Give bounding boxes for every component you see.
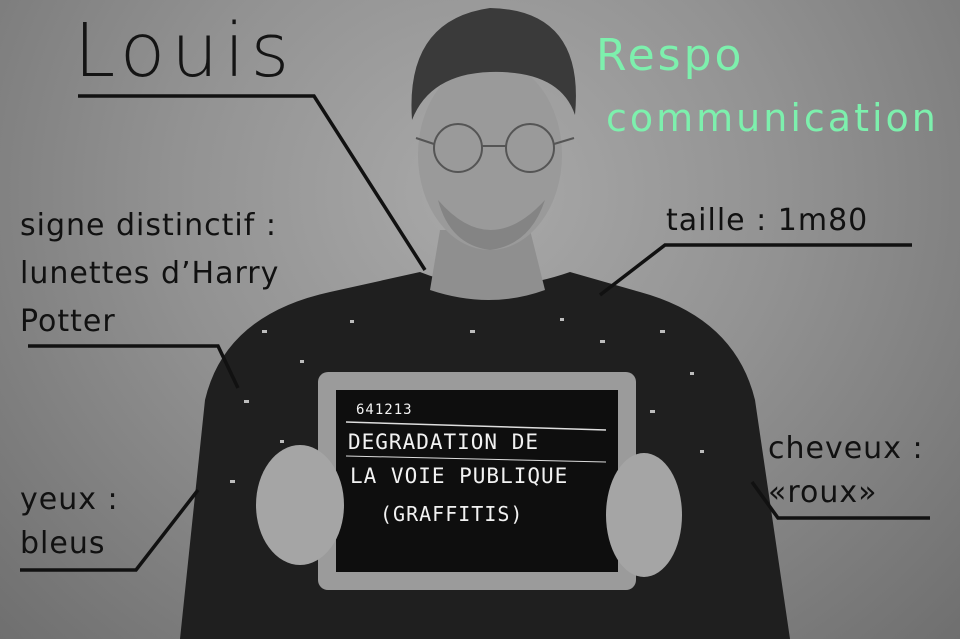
role-line-1: Respo xyxy=(596,30,745,81)
annotation-line: bleus xyxy=(20,526,106,561)
height-label: taille : 1m80 xyxy=(666,203,869,238)
annotation-line: «roux» xyxy=(768,475,878,510)
eyes-label: yeux : bleus xyxy=(20,478,119,566)
left-hand xyxy=(256,445,344,565)
face xyxy=(418,60,562,250)
person-name: Louis xyxy=(74,8,296,94)
annotation-line: Potter xyxy=(20,304,116,339)
slate-line-3: (GRAFFITIS) xyxy=(380,502,524,526)
role-line-2: communication xyxy=(606,96,939,140)
slate-number: 641213 xyxy=(356,402,413,418)
annotation-line: signe distinctif : xyxy=(20,208,277,243)
annotation-line: lunettes d’Harry xyxy=(20,256,280,291)
annotation-line: yeux : xyxy=(20,482,119,517)
distinctive-sign-label: signe distinctif : lunettes d’Harry Pott… xyxy=(20,202,279,346)
mugshot-photo: Louis Respo communication signe distinct… xyxy=(0,0,960,639)
slate-line-1: DEGRADATION DE xyxy=(348,430,540,454)
right-hand xyxy=(606,453,682,577)
slate-line-2: LA VOIE PUBLIQUE xyxy=(350,464,569,488)
annotation-line: cheveux : xyxy=(768,431,924,466)
hair-label: cheveux : «roux» xyxy=(768,427,924,515)
